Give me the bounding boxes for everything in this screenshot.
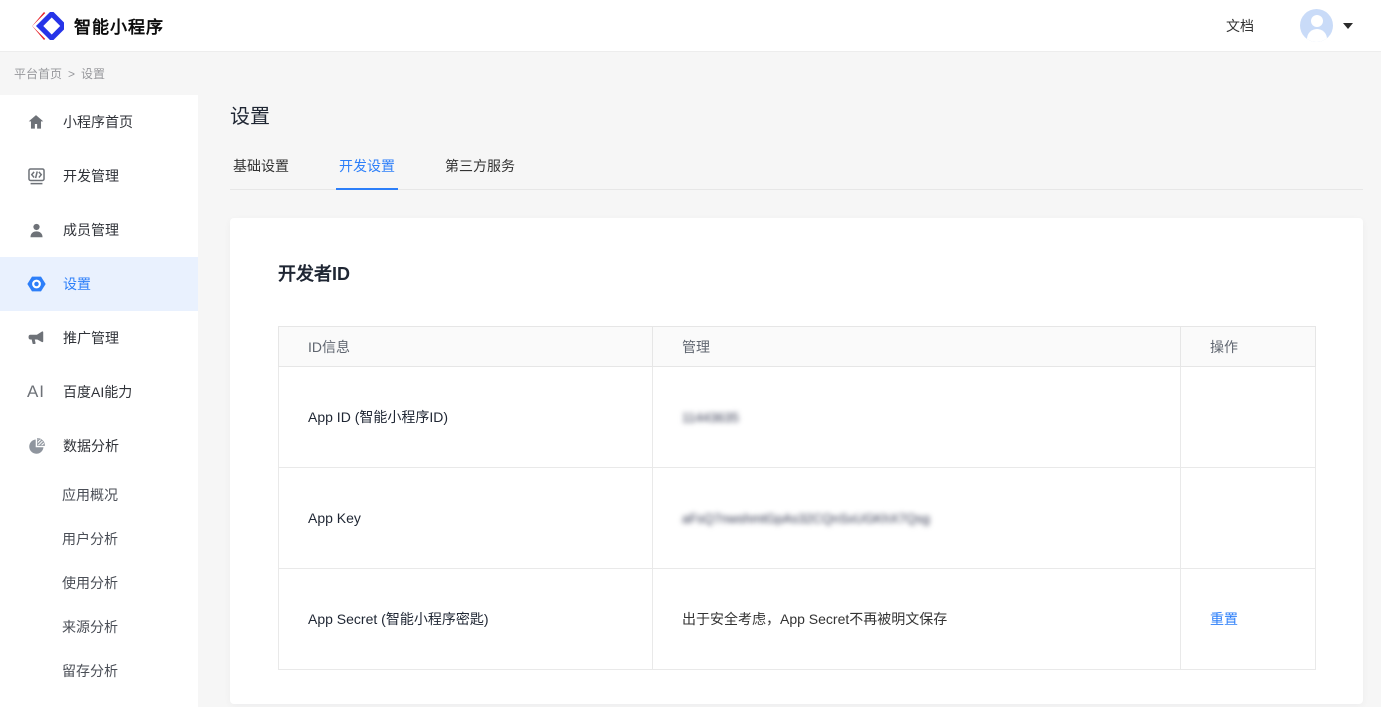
sidebar-subitem-app-overview[interactable]: 应用概况 bbox=[0, 473, 198, 517]
sidebar-item-label: 成员管理 bbox=[63, 220, 119, 240]
app-key-action-cell bbox=[1181, 468, 1316, 569]
avatar[interactable] bbox=[1300, 9, 1333, 42]
sidebar-subitem-retention-analysis[interactable]: 留存分析 bbox=[0, 649, 198, 693]
sidebar-item-data-analysis[interactable]: 数据分析 bbox=[0, 419, 198, 473]
pie-chart-icon bbox=[25, 437, 47, 456]
sidebar-item-label: 推广管理 bbox=[63, 328, 119, 348]
brand-title: 智能小程序 bbox=[74, 13, 164, 38]
breadcrumb-separator: > bbox=[68, 67, 75, 81]
docs-link[interactable]: 文档 bbox=[1226, 16, 1254, 36]
sidebar-item-settings[interactable]: 设置 bbox=[0, 257, 198, 311]
sidebar-item-label: 开发管理 bbox=[63, 166, 119, 186]
table-row-app-key: App Key aFsQ7nwshmtGpAs32CQnSxUGKhX7Qsg bbox=[279, 468, 1316, 569]
sidebar-item-label: 小程序首页 bbox=[63, 112, 133, 132]
brand-logo-icon bbox=[32, 12, 64, 40]
megaphone-icon bbox=[25, 329, 47, 348]
sidebar-subitem-source-analysis[interactable]: 来源分析 bbox=[0, 605, 198, 649]
top-bar: 智能小程序 文档 bbox=[0, 0, 1381, 52]
table-row-app-id: App ID (智能小程序ID) 11443635 bbox=[279, 367, 1316, 468]
app-id-value-cell: 11443635 bbox=[653, 367, 1181, 468]
main-content: 设置 基础设置 开发设置 第三方服务 开发者ID ID信息 管理 操作 bbox=[198, 95, 1381, 707]
sidebar-item-label: 设置 bbox=[63, 274, 91, 294]
app-key-label: App Key bbox=[279, 468, 653, 569]
breadcrumb-platform-home[interactable]: 平台首页 bbox=[14, 65, 62, 82]
breadcrumb-current: 设置 bbox=[81, 65, 105, 82]
tab-dev-settings[interactable]: 开发设置 bbox=[336, 156, 398, 190]
sidebar-item-label: 百度AI能力 bbox=[63, 382, 132, 402]
app-key-value-cell: aFsQ7nwshmtGpAs32CQnSxUGKhX7Qsg bbox=[653, 468, 1181, 569]
app-id-label: App ID (智能小程序ID) bbox=[279, 367, 653, 468]
sidebar-subitem-usage-analysis[interactable]: 使用分析 bbox=[0, 561, 198, 605]
reset-secret-link[interactable]: 重置 bbox=[1210, 611, 1238, 627]
column-header-actions: 操作 bbox=[1181, 327, 1316, 367]
column-header-management: 管理 bbox=[653, 327, 1181, 367]
member-icon bbox=[25, 222, 47, 239]
sidebar-item-members[interactable]: 成员管理 bbox=[0, 203, 198, 257]
app-secret-action-cell: 重置 bbox=[1181, 569, 1316, 670]
app-key-value-redacted: aFsQ7nwshmtGpAs32CQnSxUGKhX7Qsg bbox=[682, 511, 930, 526]
app-id-value-redacted: 11443635 bbox=[682, 410, 739, 425]
sidebar-item-baidu-ai[interactable]: AI 百度AI能力 bbox=[0, 365, 198, 419]
app-secret-label: App Secret (智能小程序密匙) bbox=[279, 569, 653, 670]
home-icon bbox=[25, 113, 47, 131]
developer-id-card: 开发者ID ID信息 管理 操作 App ID (智能小程序ID) 114436… bbox=[230, 218, 1363, 704]
avatar-body-shape bbox=[1307, 29, 1327, 42]
sidebar-item-home[interactable]: 小程序首页 bbox=[0, 95, 198, 149]
breadcrumb: 平台首页 > 设置 bbox=[0, 52, 1381, 95]
sidebar-item-promotion[interactable]: 推广管理 bbox=[0, 311, 198, 365]
settings-tabs: 基础设置 开发设置 第三方服务 bbox=[230, 156, 1363, 190]
code-icon bbox=[25, 167, 47, 186]
tab-third-party-services[interactable]: 第三方服务 bbox=[442, 156, 518, 189]
sidebar-item-label: 数据分析 bbox=[63, 436, 119, 456]
page-title: 设置 bbox=[230, 103, 1381, 131]
sidebar: 小程序首页 开发管理 成员管理 bbox=[0, 95, 198, 707]
sidebar-subitem-user-analysis[interactable]: 用户分析 bbox=[0, 517, 198, 561]
settings-icon bbox=[25, 274, 47, 294]
column-header-id-info: ID信息 bbox=[279, 327, 653, 367]
sidebar-item-dev-management[interactable]: 开发管理 bbox=[0, 149, 198, 203]
avatar-head-shape bbox=[1311, 15, 1323, 27]
app-secret-note: 出于安全考虑，App Secret不再被明文保存 bbox=[653, 569, 1181, 670]
developer-id-table: ID信息 管理 操作 App ID (智能小程序ID) 11443635 bbox=[278, 326, 1316, 670]
chevron-down-icon[interactable] bbox=[1343, 23, 1353, 29]
tab-basic-settings[interactable]: 基础设置 bbox=[230, 156, 292, 189]
app-id-action-cell bbox=[1181, 367, 1316, 468]
brand[interactable]: 智能小程序 bbox=[32, 12, 164, 40]
ai-icon: AI bbox=[25, 382, 47, 402]
section-title-developer-id: 开发者ID bbox=[278, 260, 1316, 286]
table-row-app-secret: App Secret (智能小程序密匙) 出于安全考虑，App Secret不再… bbox=[279, 569, 1316, 670]
